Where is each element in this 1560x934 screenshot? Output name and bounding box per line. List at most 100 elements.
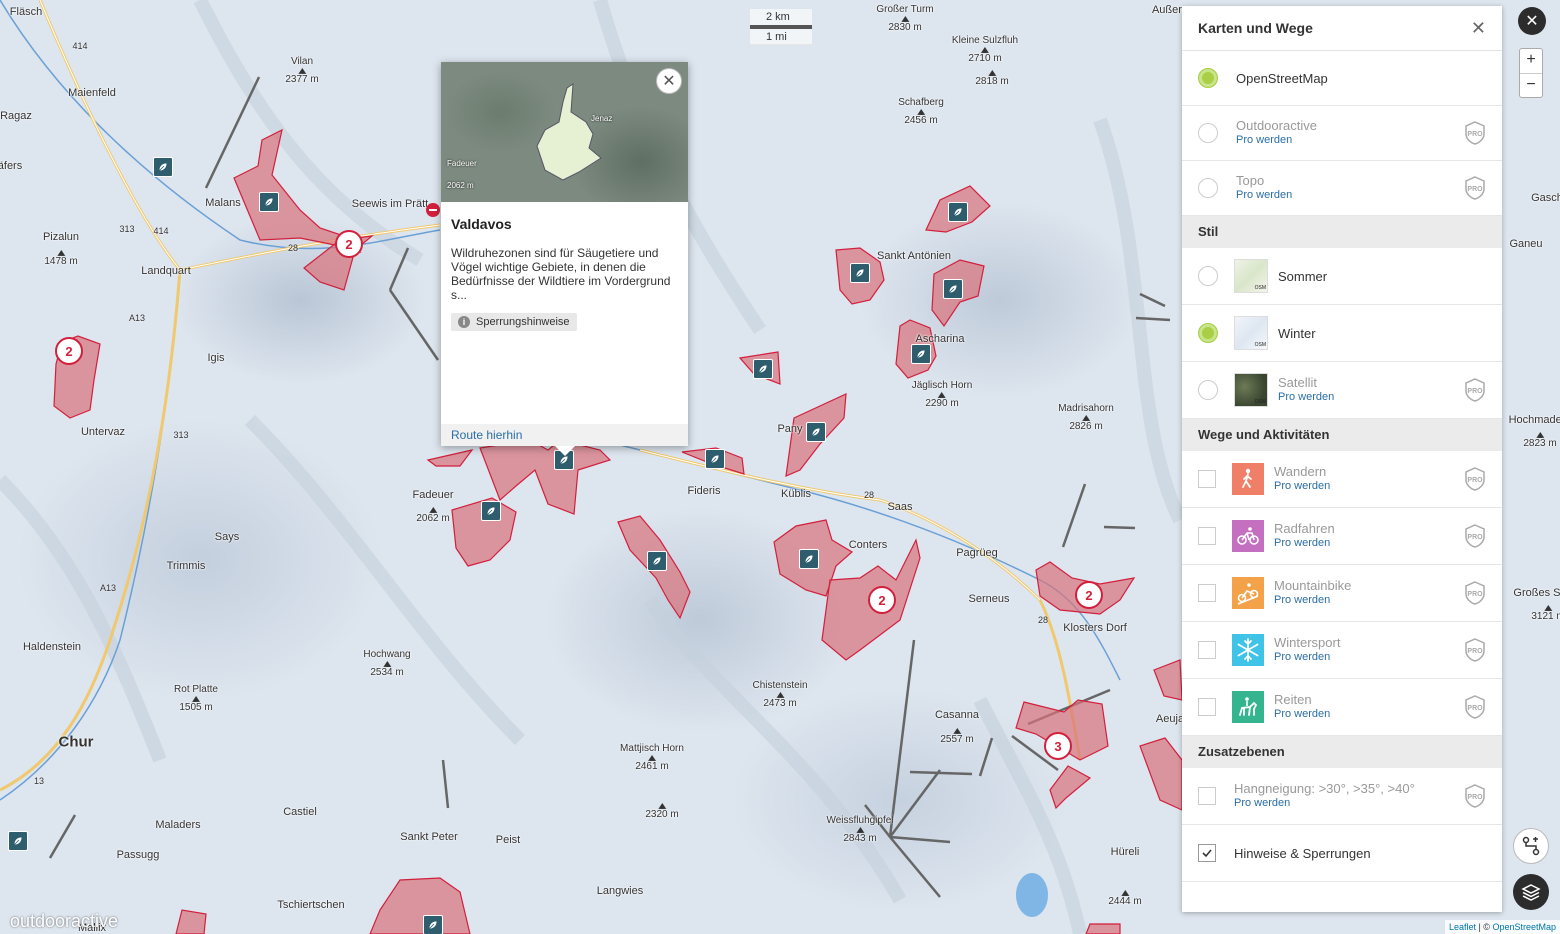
checkbox[interactable] <box>1198 787 1216 805</box>
layers-button[interactable] <box>1513 874 1549 910</box>
radio-button[interactable] <box>1198 123 1218 143</box>
pro-upgrade-link[interactable]: Pro werden <box>1236 188 1292 203</box>
wildlife-zone-marker[interactable] <box>423 915 443 934</box>
activity-option-reiten[interactable]: Reiten Pro werden PRO <box>1182 679 1502 736</box>
peak-elevation: 2290 m <box>925 398 959 409</box>
peak-name: Madrisahorn <box>1058 403 1114 414</box>
activity-option-mountainbike[interactable]: Mountainbike Pro werden PRO <box>1182 565 1502 622</box>
base-map-option[interactable]: Topo Pro werden PRO <box>1182 161 1502 216</box>
svg-text:PRO: PRO <box>1467 591 1483 598</box>
pro-badge-icon: PRO <box>1465 581 1485 605</box>
place-label: Aeuja <box>1155 713 1185 725</box>
radio-button[interactable] <box>1198 323 1218 343</box>
no-entry-icon[interactable] <box>426 203 440 217</box>
wildlife-zone-marker[interactable] <box>850 263 870 283</box>
activity-option-wintersport[interactable]: Wintersport Pro werden PRO <box>1182 622 1502 679</box>
option-text: Hangneigung: >30°, >35°, >40° Pro werden <box>1234 781 1415 811</box>
peak-label: Hochwang 2534 m <box>363 649 410 679</box>
checkbox[interactable] <box>1198 698 1216 716</box>
wildlife-zone-marker[interactable] <box>8 831 28 851</box>
checkbox[interactable] <box>1198 844 1216 862</box>
extra-layer-option[interactable]: Hangneigung: >30°, >35°, >40° Pro werden P… <box>1182 768 1502 825</box>
radio-button[interactable] <box>1198 68 1218 88</box>
place-label: Pizalun <box>42 231 80 243</box>
checkbox[interactable] <box>1198 641 1216 659</box>
closure-tag[interactable]: i Sperrungshinweise <box>451 313 577 331</box>
pro-upgrade-link[interactable]: Pro werden <box>1274 650 1340 665</box>
radio-button[interactable] <box>1198 266 1218 286</box>
base-map-option[interactable]: Outdooractive Pro werden PRO <box>1182 106 1502 161</box>
zoom-in-button[interactable]: + <box>1520 49 1542 73</box>
place-label: Gasch <box>1531 192 1560 204</box>
zone-cluster[interactable]: 2 <box>335 230 363 258</box>
pro-upgrade-link[interactable]: Pro werden <box>1274 593 1351 608</box>
activity-option-radfahren[interactable]: Radfahren Pro werden PRO <box>1182 508 1502 565</box>
osm-badge: OSM <box>1254 399 1266 405</box>
pro-upgrade-link[interactable]: Pro werden <box>1274 479 1330 494</box>
checkbox[interactable] <box>1198 527 1216 545</box>
place-label: Saas <box>887 501 913 513</box>
style-option[interactable]: OSM Sommer <box>1182 248 1502 305</box>
road-number: A13 <box>128 313 146 323</box>
panel-close-button[interactable]: ✕ <box>1471 18 1486 39</box>
place-label: Seewis im Prätt <box>351 198 429 210</box>
wildlife-zone-marker[interactable] <box>799 549 819 569</box>
radio-button[interactable] <box>1198 178 1218 198</box>
peak-label: 3121 m <box>1531 605 1560 623</box>
pro-badge-icon: PRO <box>1465 121 1485 145</box>
pro-upgrade-link[interactable]: Pro werden <box>1234 796 1415 811</box>
pro-badge-icon: PRO <box>1465 524 1485 548</box>
pro-upgrade-link[interactable]: Pro werden <box>1274 536 1335 551</box>
pro-upgrade-link[interactable]: Pro werden <box>1236 133 1317 148</box>
place-label: Malans <box>205 197 241 209</box>
peak-name: Rot Platte <box>174 684 218 695</box>
place-label: Trimmis <box>166 560 206 572</box>
zone-cluster[interactable]: 2 <box>868 586 896 614</box>
place-label: Haldenstein <box>22 641 82 653</box>
wildlife-zone-marker[interactable] <box>153 157 173 177</box>
activity-option-wandern[interactable]: Wandern Pro werden PRO <box>1182 451 1502 508</box>
style-option[interactable]: OSM Winter <box>1182 305 1502 362</box>
wildlife-zone-marker[interactable] <box>943 279 963 299</box>
popup-close-button[interactable]: ✕ <box>656 68 682 94</box>
wildlife-zone-marker[interactable] <box>481 501 501 521</box>
zone-cluster[interactable]: 3 <box>1044 732 1072 760</box>
zone-cluster[interactable]: 2 <box>55 337 83 365</box>
brand-logo: outdooractive <box>10 911 119 931</box>
radio-button[interactable] <box>1198 380 1218 400</box>
checkbox[interactable] <box>1198 470 1216 488</box>
wildlife-zone-marker[interactable] <box>705 449 725 469</box>
zoom-out-button[interactable]: − <box>1520 73 1542 97</box>
checkbox[interactable] <box>1198 584 1216 602</box>
attribution-leaflet-link[interactable]: Leaflet <box>1449 922 1476 932</box>
attribution-osm-link[interactable]: OpenStreetMap <box>1492 922 1556 932</box>
option-label: OpenStreetMap <box>1236 70 1328 86</box>
wildlife-zone-marker[interactable] <box>911 344 931 364</box>
pro-upgrade-link[interactable]: Pro werden <box>1274 707 1330 722</box>
wildlife-zone-marker[interactable] <box>647 551 667 571</box>
wildlife-zone-marker[interactable] <box>259 192 279 212</box>
pro-upgrade-link[interactable]: Pro werden <box>1278 390 1334 405</box>
base-map-option[interactable]: OpenStreetMap <box>1182 51 1502 106</box>
road-number: 28 <box>863 490 875 500</box>
peak-label: Chistenstein 2473 m <box>752 680 807 710</box>
style-option[interactable]: OSM Satellit Pro werden PRO <box>1182 362 1502 419</box>
peak-label: Großer Turm 2830 m <box>876 4 933 34</box>
wildlife-zone-marker[interactable] <box>948 202 968 222</box>
extra-layer-option[interactable]: Hinweise & Sperrungen <box>1182 825 1502 882</box>
svg-text:PRO: PRO <box>1467 186 1483 193</box>
place-label: Sankt Peter <box>400 831 458 843</box>
option-text: Mountainbike Pro werden <box>1274 578 1351 608</box>
wildlife-zone-marker[interactable] <box>806 422 826 442</box>
wildlife-zone-marker[interactable] <box>753 359 773 379</box>
peak-elevation: 2823 m <box>1523 438 1557 449</box>
map-close-button[interactable]: ✕ <box>1518 7 1546 35</box>
peak-label: Kleine Sulzfluh 2710 m <box>952 35 1018 65</box>
leaf-icon <box>13 836 23 846</box>
zoom-control: + − <box>1519 48 1543 98</box>
route-here-link[interactable]: Route hierhin <box>441 424 688 446</box>
place-label: Castiel <box>283 806 317 818</box>
zone-cluster[interactable]: 2 <box>1075 581 1103 609</box>
route-planner-button[interactable] <box>1513 828 1549 864</box>
road-number: 313 <box>173 430 189 440</box>
